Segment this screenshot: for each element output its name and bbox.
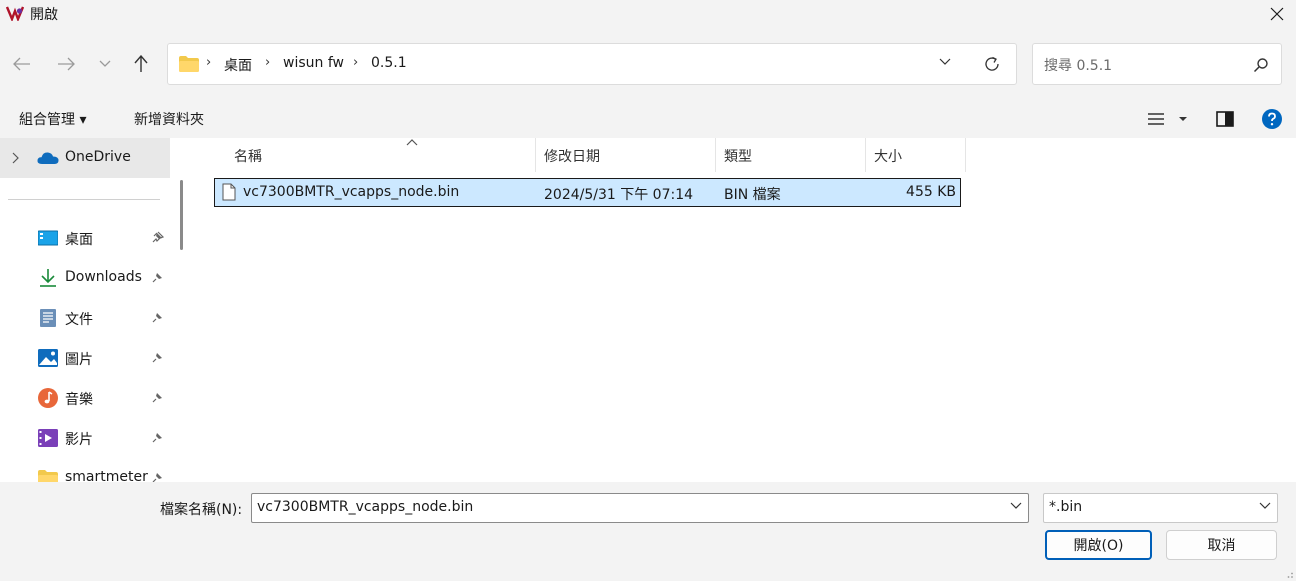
pin-icon[interactable] xyxy=(152,231,164,243)
arrow-right-icon xyxy=(58,57,75,71)
sort-ascending-icon xyxy=(406,139,418,146)
breadcrumb-separator: › xyxy=(265,55,271,70)
breadcrumb-wisun-fw[interactable]: wisun fw xyxy=(283,55,344,71)
pin-icon[interactable] xyxy=(152,471,164,482)
app-icon xyxy=(6,6,24,21)
file-modified: 2024/5/31 下午 07:14 xyxy=(544,187,694,203)
sidebar-divider xyxy=(8,199,160,200)
desktop-icon xyxy=(38,230,58,246)
breadcrumb-separator: › xyxy=(206,55,212,70)
sidebar-item-smartmeter[interactable]: smartmeter xyxy=(0,458,172,482)
sidebar-item-label: 文件 xyxy=(65,312,93,328)
column-header-name[interactable]: 名稱 xyxy=(222,138,535,172)
recent-locations-button[interactable] xyxy=(93,52,117,76)
help-icon xyxy=(1262,109,1282,129)
file-size: 455 KB xyxy=(906,184,956,200)
cancel-button[interactable]: 取消 xyxy=(1166,530,1277,560)
column-header-label: 類型 xyxy=(724,149,752,165)
document-icon xyxy=(40,309,56,327)
column-header-size[interactable]: 大小 xyxy=(865,138,965,172)
list-view-icon xyxy=(1148,113,1187,125)
breadcrumb-current[interactable]: 0.5.1 xyxy=(371,55,407,71)
resize-grip-icon[interactable] xyxy=(1284,569,1294,579)
help-button[interactable] xyxy=(1262,109,1282,133)
column-header-type[interactable]: 類型 xyxy=(715,138,865,172)
navigation-pane: OneDrive 桌面 Downloads 文件 圖片 音樂 影片 smartm… xyxy=(0,138,190,482)
view-options-button[interactable] xyxy=(1148,111,1192,131)
refresh-icon[interactable] xyxy=(983,55,1001,73)
filetype-select[interactable]: *.bin xyxy=(1043,493,1278,523)
sidebar-item-label: 圖片 xyxy=(65,352,93,368)
filetype-value: *.bin xyxy=(1049,499,1083,515)
arrow-up-icon xyxy=(134,55,148,72)
command-bar: 組合管理 ▾ 新增資料夾 xyxy=(0,100,1296,138)
column-divider[interactable] xyxy=(965,138,966,172)
back-button[interactable] xyxy=(10,52,34,76)
dialog-footer: 檔案名稱(N): vc7300BMTR_vcapps_node.bin *.bi… xyxy=(0,482,1296,581)
sidebar-item-label: 桌面 xyxy=(65,232,93,248)
pictures-icon xyxy=(38,349,58,367)
breadcrumb-desktop[interactable]: 桌面 xyxy=(224,55,252,75)
preview-pane-icon xyxy=(1216,111,1234,127)
video-icon xyxy=(38,429,58,447)
chevron-right-icon[interactable] xyxy=(12,152,20,164)
forward-button[interactable] xyxy=(54,52,78,76)
sidebar-item-label: 影片 xyxy=(65,432,93,448)
address-bar[interactable]: › 桌面 › wisun fw › 0.5.1 xyxy=(167,43,1017,85)
column-header-label: 名稱 xyxy=(234,149,262,165)
sidebar-item-music[interactable]: 音樂 xyxy=(0,378,172,418)
sidebar-item-documents[interactable]: 文件 xyxy=(0,298,172,338)
title-bar: 開啟 xyxy=(0,0,1296,28)
sidebar-item-videos[interactable]: 影片 xyxy=(0,418,172,458)
pin-icon[interactable] xyxy=(152,271,164,283)
organize-menu[interactable]: 組合管理 ▾ xyxy=(19,109,86,129)
sidebar-item-label: 音樂 xyxy=(65,392,93,408)
search-box[interactable]: 搜尋 0.5.1 xyxy=(1032,43,1282,85)
sidebar-item-downloads[interactable]: Downloads xyxy=(0,258,172,298)
sidebar-item-label: OneDrive xyxy=(65,149,131,165)
search-icon[interactable] xyxy=(1253,57,1269,73)
music-icon xyxy=(38,388,58,408)
file-icon xyxy=(222,183,236,201)
pin-icon[interactable] xyxy=(152,351,164,363)
column-header-modified[interactable]: 修改日期 xyxy=(535,138,715,172)
chevron-down-icon[interactable] xyxy=(939,58,951,66)
close-icon xyxy=(1270,7,1284,21)
chevron-down-icon[interactable] xyxy=(1259,502,1271,510)
chevron-down-icon[interactable] xyxy=(1010,502,1022,510)
column-header-label: 大小 xyxy=(874,149,902,165)
new-folder-button[interactable]: 新增資料夾 xyxy=(134,109,204,129)
cloud-icon xyxy=(37,152,59,164)
filename-input[interactable]: vc7300BMTR_vcapps_node.bin xyxy=(251,493,1029,523)
close-button[interactable] xyxy=(1258,0,1296,28)
folder-icon xyxy=(179,56,199,72)
open-button[interactable]: 開啟(O) xyxy=(1045,530,1152,560)
sidebar-item-onedrive[interactable]: OneDrive xyxy=(0,138,170,178)
file-list: 名稱 修改日期 類型 大小 vc7300BMTR_vcapps_node.bin… xyxy=(190,138,1296,482)
search-placeholder: 搜尋 0.5.1 xyxy=(1044,58,1113,74)
sidebar-item-pictures[interactable]: 圖片 xyxy=(0,338,172,378)
filename-label: 檔案名稱(N): xyxy=(160,502,243,518)
sidebar-scrollbar[interactable] xyxy=(180,180,183,250)
chevron-down-icon xyxy=(99,60,111,67)
sidebar-item-label: Downloads xyxy=(65,269,142,285)
pin-icon[interactable] xyxy=(152,431,164,443)
window-title: 開啟 xyxy=(30,7,58,23)
pin-icon[interactable] xyxy=(152,391,164,403)
filename-value: vc7300BMTR_vcapps_node.bin xyxy=(257,499,474,515)
up-button[interactable] xyxy=(129,52,153,76)
file-name: vc7300BMTR_vcapps_node.bin xyxy=(243,184,460,200)
column-header-label: 修改日期 xyxy=(544,149,600,165)
download-icon xyxy=(40,269,56,287)
folder-icon xyxy=(38,470,58,482)
navigation-bar: › 桌面 › wisun fw › 0.5.1 搜尋 0.5.1 xyxy=(0,28,1296,100)
arrow-left-icon xyxy=(13,57,30,71)
pin-icon[interactable] xyxy=(152,311,164,323)
sidebar-item-label: smartmeter xyxy=(65,469,148,482)
file-type: BIN 檔案 xyxy=(724,187,781,203)
table-row[interactable]: vc7300BMTR_vcapps_node.bin 2024/5/31 下午 … xyxy=(214,178,961,207)
preview-pane-button[interactable] xyxy=(1216,111,1234,131)
breadcrumb-separator: › xyxy=(353,55,359,70)
sidebar-item-desktop[interactable]: 桌面 xyxy=(0,218,172,258)
